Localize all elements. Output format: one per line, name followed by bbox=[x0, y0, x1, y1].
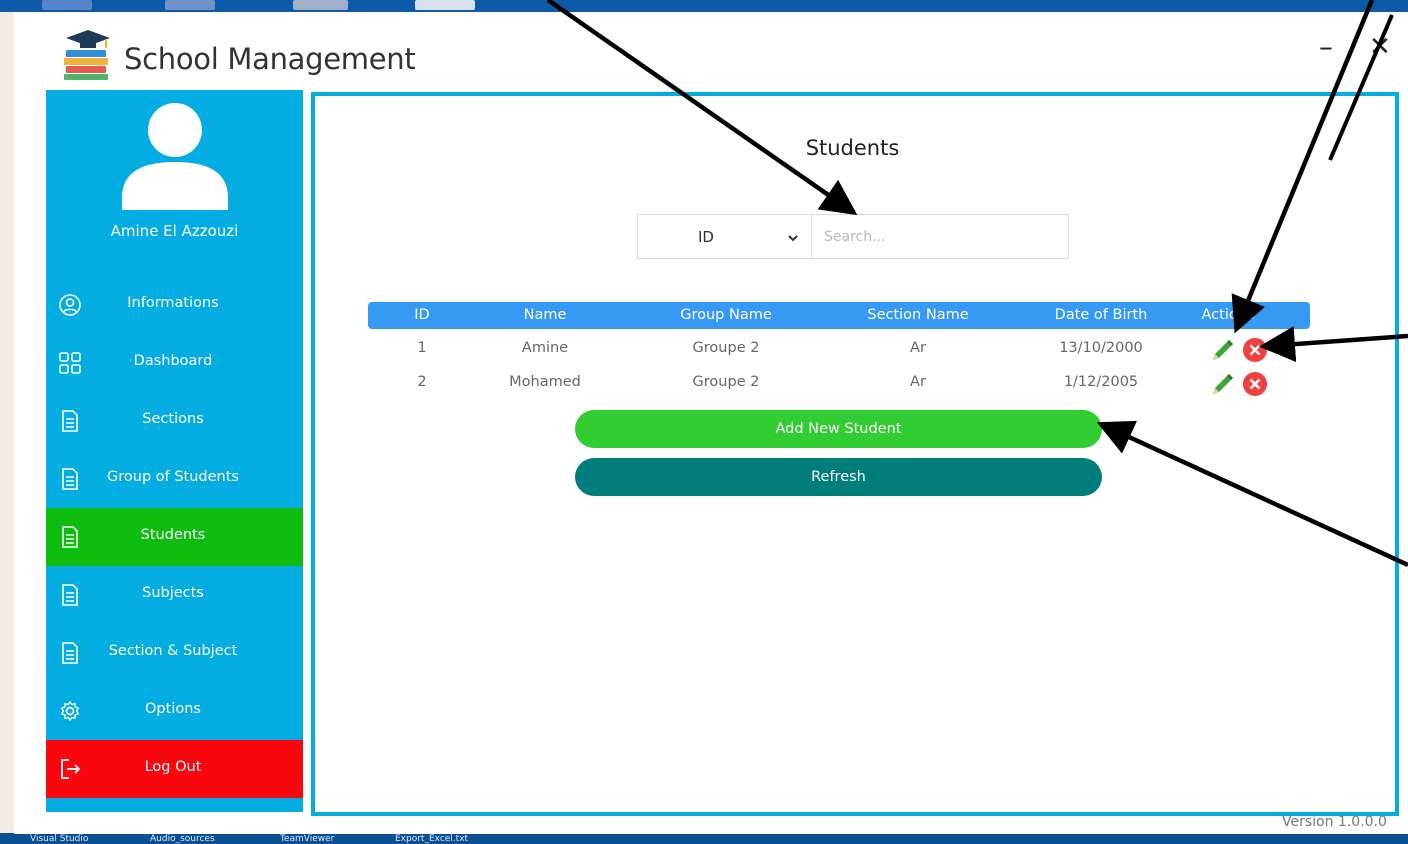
table-cell: Amine bbox=[521, 340, 569, 356]
column-header[interactable]: Section Name bbox=[838, 307, 998, 323]
sidebar-item-label: Subjects bbox=[142, 585, 204, 601]
sidebar-item-label: Log Out bbox=[144, 759, 202, 775]
add-new-student-button[interactable]: Add New Student bbox=[575, 410, 1102, 448]
sidebar-item-label: Section & Subject bbox=[108, 643, 238, 659]
table-cell: Ar bbox=[910, 340, 926, 356]
column-header[interactable]: Name bbox=[495, 307, 595, 323]
table-row[interactable]: 1 Amine Groupe 2 Ar 13/10/2000 bbox=[368, 333, 1310, 367]
table-header: ID Name Group Name Section Name Date of … bbox=[368, 302, 1310, 329]
column-header[interactable]: ID bbox=[390, 307, 454, 323]
sidebar-item-sections[interactable]: Sections bbox=[46, 392, 303, 450]
sidebar-item-informations[interactable]: Informations bbox=[46, 276, 303, 334]
sidebar-item-label: Sections bbox=[142, 411, 204, 427]
close-button[interactable]: ✕ bbox=[1369, 32, 1391, 62]
column-header[interactable]: Group Name bbox=[656, 307, 796, 323]
chevron-down-icon bbox=[788, 235, 798, 242]
app-title: School Management bbox=[124, 42, 416, 76]
desktop-app-icon bbox=[415, 0, 475, 10]
table-cell: 1 bbox=[417, 340, 427, 356]
taskbar-item[interactable]: Export_Excel.txt bbox=[395, 834, 468, 844]
table-cell: 1/12/2005 bbox=[1063, 374, 1139, 390]
table-cell: Groupe 2 bbox=[692, 340, 760, 356]
version-label: Version 1.0.0.0 bbox=[1282, 814, 1387, 830]
table-cell: Groupe 2 bbox=[692, 374, 760, 390]
app-window: School Management – ✕ Amine El Azzouzi I… bbox=[14, 12, 1408, 834]
desktop-app-icon bbox=[165, 0, 215, 10]
sidebar-item-section-subject[interactable]: Section & Subject bbox=[46, 624, 303, 682]
desktop-taskbar-labels: Visual Studio Audio_sources TeamViewer E… bbox=[0, 833, 1408, 844]
sidebar-item-label: Group of Students bbox=[107, 469, 239, 485]
sidebar-item-logout[interactable]: Log Out bbox=[46, 740, 303, 798]
sidebar-item-label: Students bbox=[140, 527, 206, 543]
search-filter-select[interactable]: ID bbox=[637, 214, 812, 259]
sidebar: Amine El Azzouzi Informations Dashboard bbox=[46, 90, 303, 812]
table-cell: 13/10/2000 bbox=[1059, 340, 1143, 356]
filter-selected-value: ID bbox=[698, 228, 714, 246]
edit-pencil-icon[interactable] bbox=[1210, 371, 1236, 397]
taskbar-item[interactable]: Visual Studio bbox=[30, 834, 88, 844]
main-content-panel: Students ID ID Name Group Name Section N… bbox=[311, 92, 1399, 816]
table-cell: Mohamed bbox=[509, 374, 581, 390]
sidebar-item-label: Options bbox=[145, 701, 201, 717]
search-input[interactable] bbox=[811, 214, 1069, 259]
page-title: Students bbox=[805, 136, 900, 160]
desktop-background-edge bbox=[0, 14, 14, 834]
delete-icon[interactable] bbox=[1242, 371, 1268, 397]
taskbar-item[interactable]: Audio_sources bbox=[150, 834, 215, 844]
table-cell: 2 bbox=[417, 374, 427, 390]
sidebar-item-label: Dashboard bbox=[133, 353, 213, 369]
table-row[interactable]: 2 Mohamed Groupe 2 Ar 1/12/2005 bbox=[368, 367, 1310, 401]
sidebar-item-dashboard[interactable]: Dashboard bbox=[46, 334, 303, 392]
edit-pencil-icon[interactable] bbox=[1210, 337, 1236, 363]
column-header[interactable]: Date of Birth bbox=[1031, 307, 1171, 323]
sidebar-item-label: Informations bbox=[127, 295, 219, 311]
delete-icon[interactable] bbox=[1242, 337, 1268, 363]
minimize-button[interactable]: – bbox=[1319, 32, 1333, 62]
sidebar-item-options[interactable]: Options bbox=[46, 682, 303, 740]
table-cell: Ar bbox=[910, 374, 926, 390]
avatar-icon bbox=[122, 103, 228, 210]
sidebar-item-group-of-students[interactable]: Group of Students bbox=[46, 450, 303, 508]
desktop-app-icon bbox=[293, 0, 348, 10]
user-name: Amine El Azzouzi bbox=[110, 222, 239, 240]
desktop-app-icon bbox=[42, 0, 92, 10]
school-logo-icon bbox=[64, 30, 110, 80]
refresh-button[interactable]: Refresh bbox=[575, 458, 1102, 496]
sidebar-item-students[interactable]: Students bbox=[46, 508, 303, 566]
column-header[interactable]: Actions bbox=[1193, 307, 1263, 323]
taskbar-item[interactable]: TeamViewer bbox=[280, 834, 334, 844]
sidebar-item-subjects[interactable]: Subjects bbox=[46, 566, 303, 624]
desktop-top-bar bbox=[0, 0, 1408, 12]
